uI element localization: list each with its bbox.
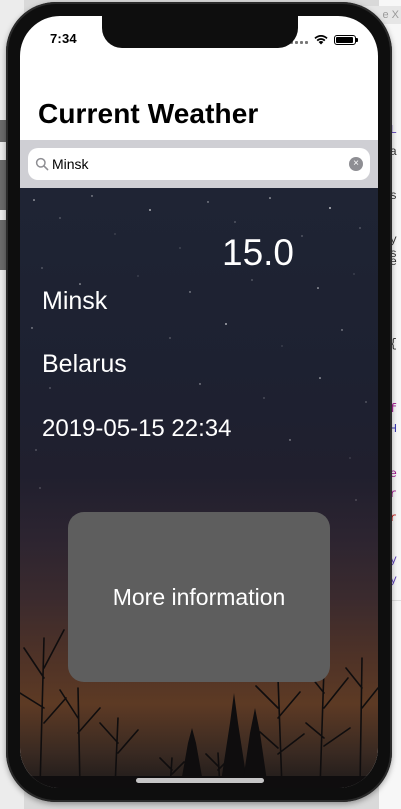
- search-bar: ×: [20, 140, 378, 188]
- iphone-simulator: 7:34 Current Weather ×: [6, 2, 392, 802]
- status-time: 7:34: [50, 31, 77, 46]
- city-name: Minsk: [42, 287, 108, 315]
- search-icon: [35, 157, 49, 171]
- battery-icon: [334, 34, 358, 45]
- home-indicator[interactable]: [136, 778, 264, 783]
- local-datetime: 2019-05-15 22:34: [42, 415, 232, 442]
- clear-icon[interactable]: ×: [349, 157, 363, 171]
- search-field[interactable]: ×: [28, 148, 370, 180]
- temperature-value: 15.0: [222, 232, 295, 273]
- page-title: Current Weather: [38, 98, 259, 129]
- notch: [102, 16, 298, 48]
- phone-screen: 7:34 Current Weather ×: [20, 16, 378, 788]
- status-icons: [290, 34, 358, 45]
- more-information-button[interactable]: More information: [68, 512, 330, 682]
- weather-content: 15.0 Minsk Belarus 2019-05-15 22:34 More…: [20, 188, 378, 788]
- wifi-icon: [314, 35, 328, 45]
- search-input[interactable]: [52, 148, 342, 180]
- country-name: Belarus: [42, 350, 127, 378]
